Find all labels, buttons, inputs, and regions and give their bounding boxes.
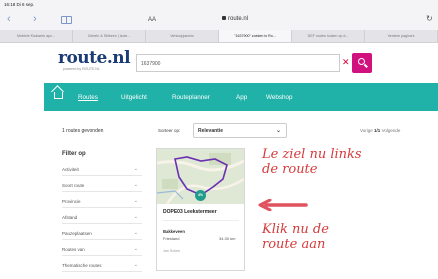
nav-webshop[interactable]: Webshop	[266, 94, 293, 101]
browser-tabs: Mobiele Klokwerk apc... Gebeln & Stilbee…	[0, 30, 438, 43]
filter-soort-route[interactable]: Soort route ⌄	[62, 179, 142, 192]
home-icon[interactable]	[54, 92, 63, 99]
annotation-arrow-icon	[258, 199, 308, 211]
pagination: Vorige 1/1 Volgende	[360, 128, 400, 133]
filter-routes-van[interactable]: Routes van ⌄	[62, 243, 142, 256]
address-text: route.nl	[227, 16, 248, 22]
browser-tab[interactable]: Verkoopjasmin	[146, 30, 219, 42]
filter-pauzeplaatsen[interactable]: Pauzeplaatsen ⌄	[62, 227, 142, 240]
nav-routes[interactable]: Routes	[78, 94, 98, 101]
pager-next[interactable]: Volgende	[382, 128, 401, 133]
route-province: Friesland	[163, 236, 180, 241]
bookmarks-icon[interactable]	[61, 16, 72, 24]
annotation-note-2-line-1: Klik nu de	[262, 222, 329, 237]
forward-icon[interactable]: ›	[33, 12, 37, 26]
filter-provincie[interactable]: Provincie ⌄	[62, 195, 142, 208]
back-icon[interactable]: ‹	[7, 12, 11, 26]
chevron-down-icon: ⌄	[133, 182, 138, 188]
browser-tab[interactable]: Gebeln & Stilbeen | Isole...	[73, 30, 146, 42]
nav-routeplanner[interactable]: Routeplanner	[172, 94, 210, 101]
sort-label: Sorteer op:	[158, 128, 181, 133]
nav-uitgelicht[interactable]: Uitgelicht	[121, 94, 147, 101]
route-card[interactable]: 4% DOPE03 Leekstermeer Bakkeveen Friesla…	[156, 148, 245, 271]
search-button[interactable]	[352, 53, 372, 73]
chevron-down-icon: ⌄	[133, 230, 138, 236]
route-map-thumbnail: 4%	[157, 149, 244, 204]
divider	[163, 220, 239, 221]
logo-subtitle: powered by ROUTE.NL	[63, 67, 100, 71]
chevron-down-icon: ⌄	[133, 198, 138, 204]
filter-activiteit[interactable]: Activiteit ⌄	[62, 163, 142, 176]
chevron-down-icon: ⌄	[133, 214, 138, 220]
route-distance: 34.30 km	[219, 236, 236, 241]
route-badge: 4%	[195, 190, 206, 201]
search-input[interactable]: 1637900	[136, 54, 340, 72]
pager-prev[interactable]: Vorige	[360, 128, 373, 133]
route-title[interactable]: DOPE03 Leekstermeer	[163, 209, 217, 215]
address-bar[interactable]: route.nl	[190, 16, 280, 22]
route-region: Bakkeveen	[163, 229, 185, 234]
route-author: Jan Schen	[163, 249, 180, 253]
pager-current: 1/1	[374, 128, 381, 133]
annotation-note-2-line-2: route aan	[262, 237, 326, 252]
filter-title: Filter op	[62, 151, 86, 157]
status-time: 16:18 Di 6 sep.	[4, 2, 35, 7]
chevron-down-icon: ⌄	[133, 262, 138, 268]
filter-thematische-routes[interactable]: Thematische routes ⌄	[62, 259, 142, 272]
chevron-down-icon: ⌄	[133, 246, 138, 252]
chevron-down-icon: ⌄	[275, 128, 281, 134]
browser-tab-active[interactable]: "1637900" zoeken in Ro...	[219, 30, 292, 42]
main-nav: Routes Uitgelicht Routeplanner App Websh…	[44, 83, 438, 111]
filter-afstand[interactable]: Afstand ⌄	[62, 211, 142, 224]
results-count: 1 routes gevonden	[62, 128, 104, 134]
site-logo[interactable]: route.nl	[58, 48, 131, 68]
sort-select[interactable]: Relevantie ⌄	[193, 123, 287, 138]
reader-aa-button[interactable]: AA	[148, 17, 156, 23]
browser-tab[interactable]: Verdere pagina's	[365, 30, 438, 42]
browser-tab[interactable]: DEF routes huisen op d...	[292, 30, 365, 42]
annotation-note-1-line-1: Le ziel nu links	[262, 147, 362, 162]
reload-icon[interactable]: ↻	[426, 14, 433, 23]
clear-search-icon[interactable]: ✕	[342, 56, 350, 68]
status-bar: 16:18 Di 6 sep.	[0, 0, 438, 10]
browser-toolbar: ‹ › AA route.nl ↻	[0, 10, 438, 30]
nav-app[interactable]: App	[236, 94, 247, 101]
chevron-down-icon: ⌄	[133, 166, 138, 172]
lock-icon	[221, 16, 226, 20]
annotation-note-1-line-2: de route	[262, 162, 318, 177]
browser-tab[interactable]: Mobiele Klokwerk apc...	[0, 30, 73, 42]
